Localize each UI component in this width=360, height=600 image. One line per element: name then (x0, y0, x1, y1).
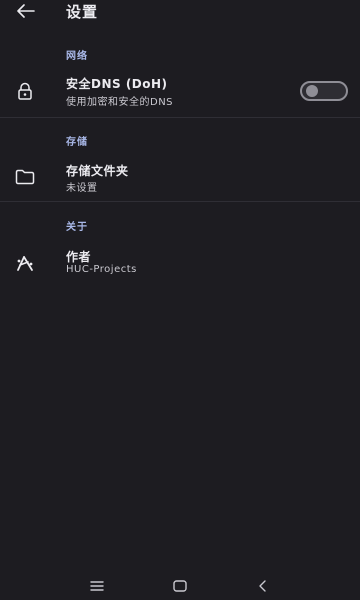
storage-folder-subtitle: 未设置 (66, 183, 98, 194)
author-row[interactable]: 作者 HUC-Projects (0, 245, 360, 285)
recents-button[interactable] (88, 578, 106, 594)
back-button[interactable] (12, 0, 40, 22)
app-bar: 设置 (0, 0, 360, 24)
back-chevron-icon (259, 580, 266, 592)
doh-setting-row[interactable]: 安全DNS (DoH) 使用加密和安全的DNS (0, 72, 360, 112)
doh-title: 安全DNS (DoH) (66, 77, 168, 91)
author-logo-icon (14, 252, 36, 274)
home-button[interactable] (171, 578, 189, 594)
author-title: 作者 (66, 250, 92, 264)
arrow-left-icon (17, 4, 35, 18)
section-header-about: 关于 (66, 222, 88, 233)
storage-folder-title: 存储文件夹 (66, 164, 129, 178)
system-nav-bar (0, 572, 360, 600)
doh-toggle-switch[interactable] (300, 81, 348, 101)
lock-icon (14, 80, 36, 102)
home-icon (173, 580, 187, 592)
folder-icon (14, 166, 36, 188)
section-header-network: 网络 (66, 51, 88, 62)
page-title: 设置 (66, 3, 99, 21)
storage-folder-row[interactable]: 存储文件夹 未设置 (0, 158, 360, 198)
switch-knob (306, 85, 318, 97)
doh-subtitle: 使用加密和安全的DNS (66, 97, 174, 108)
divider (0, 201, 360, 202)
divider (0, 117, 360, 118)
recents-icon (90, 581, 104, 591)
section-header-storage: 存储 (66, 137, 88, 148)
nav-back-button[interactable] (254, 578, 272, 594)
author-subtitle: HUC-Projects (66, 264, 137, 275)
